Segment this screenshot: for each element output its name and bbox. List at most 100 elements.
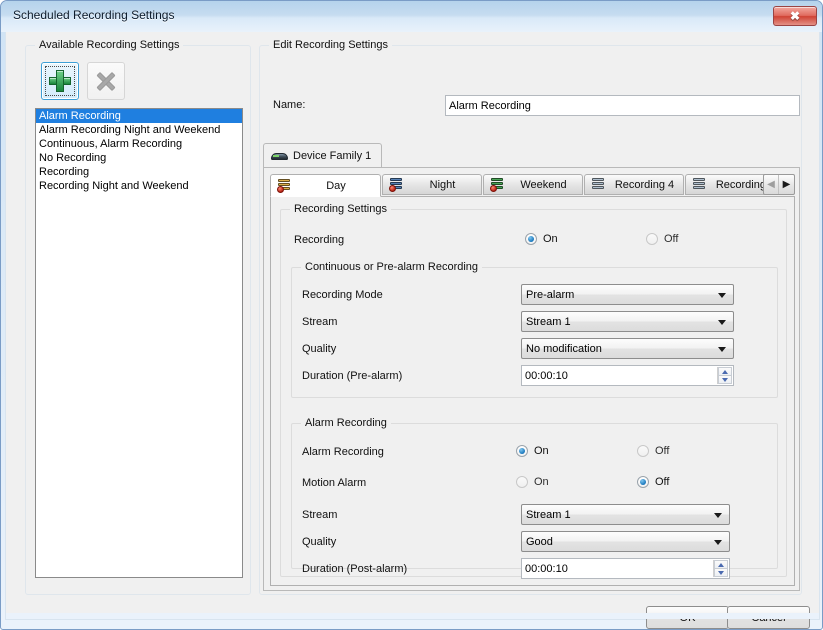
continuous-quality-combobox[interactable]: No modification: [521, 338, 734, 359]
motion-alarm-on-label: On: [534, 476, 549, 488]
server-icon: [591, 177, 606, 192]
list-item[interactable]: No Recording: [36, 151, 242, 165]
continuous-stream-value: Stream 1: [526, 315, 571, 328]
tab-device-family-1-label: Device Family 1: [293, 149, 372, 162]
triangle-down-icon: [718, 570, 724, 575]
triangle-up-icon: [722, 369, 728, 374]
tab-scroll-right-button[interactable]: ▶: [779, 175, 794, 194]
recording-on-radio[interactable]: On: [525, 233, 558, 245]
radio-knob-icon: [637, 445, 649, 457]
radio-knob-icon: [516, 445, 528, 457]
alarm-quality-label: Quality: [302, 536, 337, 548]
tab-scroll-buttons: ◀ ▶: [763, 174, 795, 195]
spinner-up-button[interactable]: [714, 560, 728, 568]
server-icon: [692, 177, 707, 192]
triangle-down-icon: [722, 377, 728, 382]
radio-knob-icon: [637, 476, 649, 488]
chevron-down-icon: [718, 319, 726, 325]
duration-postalarm-label: Duration (Post-alarm): [302, 563, 408, 575]
radio-knob-icon: [525, 233, 537, 245]
tab-day[interactable]: Day: [270, 174, 381, 197]
tab-night[interactable]: Night: [382, 174, 482, 195]
schedule-tabstrip: Day Night Weekend Recording 4 Recording …: [270, 174, 795, 197]
alarm-recording-off-radio[interactable]: Off: [637, 445, 669, 457]
alarm-recording-group: Alarm Recording Alarm Recording On Off M…: [291, 417, 778, 579]
alarm-group-title: Alarm Recording: [301, 417, 391, 429]
triangle-up-icon: [718, 562, 724, 567]
radio-knob-icon: [646, 233, 658, 245]
recording-settings-listbox[interactable]: Alarm Recording Alarm Recording Night an…: [35, 108, 243, 578]
duration-prealarm-spinner[interactable]: 00:00:10: [521, 365, 734, 386]
motion-alarm-off-label: Off: [655, 476, 670, 488]
duration-postalarm-spinner[interactable]: 00:00:10: [521, 558, 730, 579]
motion-alarm-off-radio[interactable]: Off: [637, 476, 669, 488]
alarm-quality-combobox[interactable]: Good: [521, 531, 730, 552]
add-recording-setting-button[interactable]: [41, 62, 79, 100]
continuous-quality-value: No modification: [526, 342, 602, 355]
duration-postalarm-value: 00:00:10: [525, 562, 568, 575]
client-area: Available Recording Settings Alarm Recor…: [5, 32, 820, 629]
continuous-stream-combobox[interactable]: Stream 1: [521, 311, 734, 332]
alarm-quality-value: Good: [526, 535, 553, 548]
list-item[interactable]: Continuous, Alarm Recording: [36, 137, 242, 151]
list-item[interactable]: Recording: [36, 165, 242, 179]
recording-mode-value: Pre-alarm: [526, 288, 575, 301]
name-label: Name:: [273, 99, 306, 111]
continuous-group-title: Continuous or Pre-alarm Recording: [301, 261, 483, 273]
server-icon: [490, 177, 505, 192]
recording-settings-title: Recording Settings: [290, 203, 391, 215]
day-tab-panel: Recording Settings Recording On Off Cont…: [270, 196, 795, 586]
recording-mode-label: Recording Mode: [302, 289, 383, 301]
duration-prealarm-label: Duration (Pre-alarm): [302, 370, 403, 382]
continuous-prealarm-group: Continuous or Pre-alarm Recording Record…: [291, 261, 778, 398]
alarm-recording-label: Alarm Recording: [302, 446, 384, 458]
title-bar: Scheduled Recording Settings ✖: [1, 1, 822, 32]
tab-weekend-label: Weekend: [520, 178, 567, 191]
tab-recording-4-label: Recording 4: [614, 178, 675, 191]
client-bottom-edge: [6, 613, 819, 619]
alarm-recording-on-radio[interactable]: On: [516, 445, 549, 457]
recording-mode-combobox[interactable]: Pre-alarm: [521, 284, 734, 305]
alarm-stream-combobox[interactable]: Stream 1: [521, 504, 730, 525]
motion-alarm-on-radio[interactable]: On: [516, 476, 549, 488]
list-item[interactable]: Recording Night and Weekend: [36, 179, 242, 193]
available-recording-settings-group: Available Recording Settings Alarm Recor…: [25, 39, 251, 595]
alarm-recording-on-label: On: [534, 445, 549, 457]
server-icon: [277, 178, 292, 193]
plus-icon: [49, 70, 71, 92]
spinner-down-button[interactable]: [714, 568, 728, 577]
camera-icon: [271, 150, 288, 162]
recording-settings-group: Recording Settings Recording On Off Cont…: [280, 203, 787, 579]
list-item[interactable]: Alarm Recording: [36, 109, 242, 123]
tab-recording-4[interactable]: Recording 4: [584, 174, 684, 195]
continuous-stream-label: Stream: [302, 316, 338, 328]
tab-weekend[interactable]: Weekend: [483, 174, 583, 195]
edit-recording-settings-group: Edit Recording Settings Name: Alarm Reco…: [259, 39, 802, 595]
alarm-stream-value: Stream 1: [526, 508, 571, 521]
spinner-down-button[interactable]: [718, 375, 732, 384]
spinner-buttons[interactable]: [713, 560, 728, 577]
radio-knob-icon: [516, 476, 528, 488]
continuous-quality-label: Quality: [302, 343, 337, 355]
recording-label: Recording: [294, 234, 345, 246]
tab-scroll-left-button[interactable]: ◀: [764, 175, 780, 194]
chevron-down-icon: [714, 512, 722, 518]
chevron-down-icon: [718, 346, 726, 352]
name-input[interactable]: Alarm Recording: [445, 95, 800, 116]
edit-group-title: Edit Recording Settings: [269, 39, 392, 51]
recording-off-label: Off: [664, 233, 679, 245]
alarm-stream-label: Stream: [302, 509, 338, 521]
delete-recording-setting-button[interactable]: [87, 62, 125, 100]
chevron-down-icon: [718, 292, 726, 298]
recording-off-radio[interactable]: Off: [646, 233, 678, 245]
list-item[interactable]: Alarm Recording Night and Weekend: [36, 123, 242, 137]
chevron-down-icon: [714, 539, 722, 545]
spinner-up-button[interactable]: [718, 367, 732, 375]
close-button[interactable]: ✖: [773, 6, 817, 26]
x-icon: [96, 71, 116, 92]
device-family-tabstrip: Device Family 1: [263, 143, 800, 167]
tab-device-family-1[interactable]: Device Family 1: [263, 143, 383, 167]
alarm-recording-off-label: Off: [655, 445, 670, 457]
duration-prealarm-value: 00:00:10: [525, 369, 568, 382]
spinner-buttons[interactable]: [717, 367, 732, 384]
